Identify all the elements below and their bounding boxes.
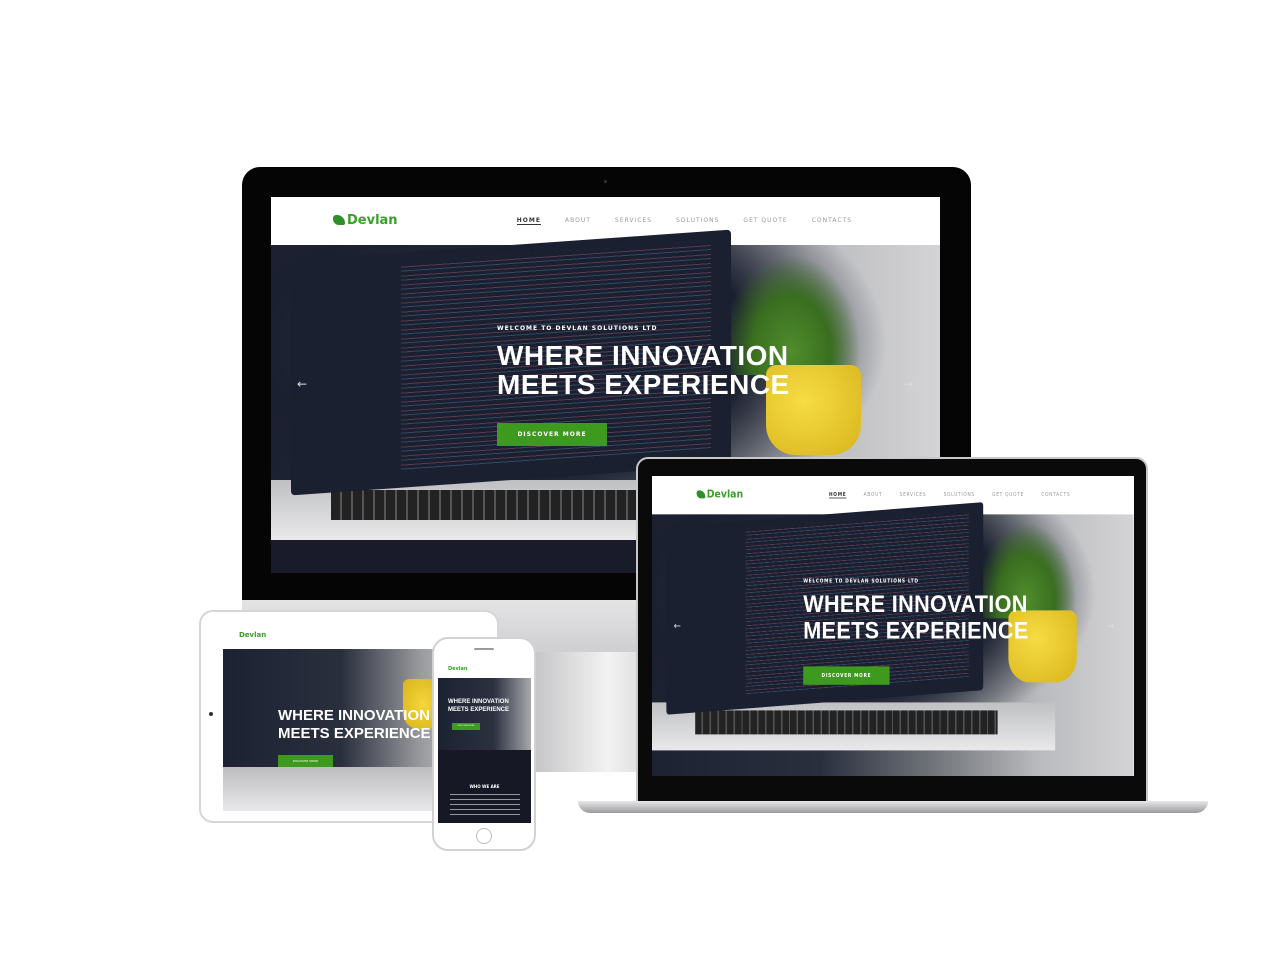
site-logo[interactable]: Devlan: [696, 488, 744, 501]
site-logo[interactable]: Devlan: [448, 666, 467, 672]
speaker-icon: [474, 648, 494, 650]
main-nav: HOME ABOUT SERVICES SOLUTIONS GET QUOTE …: [516, 217, 852, 225]
next-slide-arrow[interactable]: →: [903, 377, 913, 391]
headline-line-1: WHERE INNOVATION: [497, 340, 789, 371]
brand-name: Devlan: [448, 666, 468, 672]
nav-contacts[interactable]: CONTACTS: [1041, 492, 1070, 498]
site-logo[interactable]: Devlan: [333, 213, 398, 228]
hero-headline: WHERE INNOVATION MEETS EXPERIENCE: [278, 707, 431, 743]
brand-name: Devlan: [347, 213, 398, 228]
brand-name: Devlan: [706, 488, 744, 501]
headline-line-2: MEETS EXPERIENCE: [803, 617, 1029, 644]
phone-screen: Devlan WHERE INNOVATION MEETS EXPERIENCE …: [438, 660, 531, 823]
headline-line-2: MEETS EXPERIENCE: [278, 725, 431, 742]
logo-icon: [696, 490, 706, 499]
logo-icon: [333, 215, 345, 225]
brand-name: Devlan: [239, 631, 267, 639]
section-title: WHO WE ARE: [469, 784, 500, 789]
nav-about[interactable]: ABOUT: [565, 217, 591, 225]
nav-services[interactable]: SERVICES: [900, 492, 927, 498]
hero-kicker: WELCOME TO DEVLAN SOLUTIONS LTD: [803, 578, 919, 584]
nav-services[interactable]: SERVICES: [615, 217, 652, 225]
hero-headline: WHERE INNOVATION MEETS EXPERIENCE: [497, 341, 790, 399]
nav-home[interactable]: HOME: [516, 217, 541, 225]
next-slide-arrow[interactable]: →: [1107, 620, 1114, 631]
nav-about[interactable]: ABOUT: [864, 492, 883, 498]
nav-contacts[interactable]: CONTACTS: [812, 217, 852, 225]
website-laptop: Devlan HOME ABOUT SERVICES SOLUTIONS GET…: [652, 476, 1134, 776]
hero-slider: WHERE INNOVATION MEETS EXPERIENCE DISCOVE…: [438, 678, 531, 750]
headline-line-1: WHERE INNOVATION: [803, 591, 1028, 618]
hero-kicker: WELCOME TO DEVLAN SOLUTIONS LTD: [497, 325, 658, 332]
site-logo[interactable]: Devlan: [239, 631, 266, 639]
phone-frame: Devlan WHERE INNOVATION MEETS EXPERIENCE …: [432, 637, 536, 851]
keys-image: [695, 710, 998, 735]
prev-slide-arrow[interactable]: ←: [674, 620, 681, 631]
headline-line-2: MEETS EXPERIENCE: [448, 707, 510, 713]
prev-slide-arrow[interactable]: ←: [297, 377, 307, 391]
discover-more-button[interactable]: DISCOVER MORE: [278, 755, 333, 767]
laptop-base: [578, 801, 1208, 813]
main-nav: HOME ABOUT SERVICES SOLUTIONS GET QUOTE …: [828, 492, 1070, 499]
nav-solutions[interactable]: SOLUTIONS: [944, 492, 975, 498]
headline-line-1: WHERE INNOVATION: [278, 707, 430, 724]
hero-headline: WHERE INNOVATION MEETS EXPERIENCE: [803, 591, 1028, 644]
headline-line-1: WHERE INNOVATION: [448, 699, 509, 705]
discover-more-button[interactable]: DISCOVER MORE: [497, 423, 607, 446]
nav-solutions[interactable]: SOLUTIONS: [676, 217, 719, 225]
home-button[interactable]: [476, 828, 492, 844]
nav-get-quote[interactable]: GET QUOTE: [992, 492, 1024, 498]
camera-icon: [209, 712, 213, 716]
hero-headline: WHERE INNOVATION MEETS EXPERIENCE: [448, 698, 509, 714]
nav-get-quote[interactable]: GET QUOTE: [743, 217, 787, 225]
discover-more-button[interactable]: DISCOVER MORE: [803, 666, 890, 685]
hero-slider: WELCOME TO DEVLAN SOLUTIONS LTD WHERE IN…: [652, 502, 1134, 776]
camera-icon: [604, 180, 607, 183]
laptop-screen: Devlan HOME ABOUT SERVICES SOLUTIONS GET…: [652, 476, 1134, 776]
who-we-are-section: WHO WE ARE: [438, 750, 531, 823]
section-text-lines: [450, 794, 520, 819]
nav-home[interactable]: HOME: [828, 492, 847, 499]
discover-more-button[interactable]: DISCOVER MORE: [452, 723, 480, 730]
headline-line-2: MEETS EXPERIENCE: [497, 369, 790, 400]
